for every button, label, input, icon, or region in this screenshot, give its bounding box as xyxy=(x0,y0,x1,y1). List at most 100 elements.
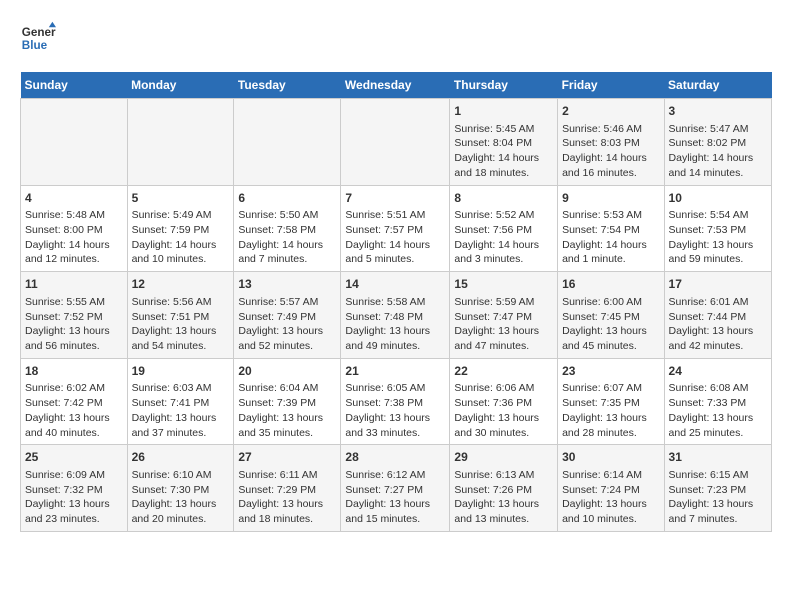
calendar-cell: 7Sunrise: 5:51 AMSunset: 7:57 PMDaylight… xyxy=(341,185,450,272)
day-info: Sunrise: 5:59 AM xyxy=(454,295,553,310)
day-info: Sunset: 7:49 PM xyxy=(238,310,336,325)
day-info: and 10 minutes. xyxy=(562,512,659,527)
calendar-cell: 24Sunrise: 6:08 AMSunset: 7:33 PMDayligh… xyxy=(664,358,771,445)
day-number: 29 xyxy=(454,449,553,466)
day-info: Sunrise: 5:56 AM xyxy=(132,295,230,310)
calendar-cell: 23Sunrise: 6:07 AMSunset: 7:35 PMDayligh… xyxy=(558,358,664,445)
calendar-cell: 13Sunrise: 5:57 AMSunset: 7:49 PMDayligh… xyxy=(234,272,341,359)
day-info: Sunrise: 6:07 AM xyxy=(562,381,659,396)
day-number: 25 xyxy=(25,449,123,466)
day-number: 6 xyxy=(238,190,336,207)
calendar-cell: 29Sunrise: 6:13 AMSunset: 7:26 PMDayligh… xyxy=(450,445,558,532)
page-header: General Blue xyxy=(20,20,772,56)
day-number: 31 xyxy=(669,449,767,466)
day-info: Sunset: 7:48 PM xyxy=(345,310,445,325)
calendar-cell: 22Sunrise: 6:06 AMSunset: 7:36 PMDayligh… xyxy=(450,358,558,445)
day-info: and 47 minutes. xyxy=(454,339,553,354)
day-info: Sunrise: 5:53 AM xyxy=(562,208,659,223)
day-info: Sunrise: 5:58 AM xyxy=(345,295,445,310)
logo: General Blue xyxy=(20,20,56,56)
day-info: and 18 minutes. xyxy=(454,166,553,181)
day-info: Sunset: 7:32 PM xyxy=(25,483,123,498)
day-info: Sunrise: 6:15 AM xyxy=(669,468,767,483)
calendar-cell: 18Sunrise: 6:02 AMSunset: 7:42 PMDayligh… xyxy=(21,358,128,445)
day-info: Sunrise: 6:06 AM xyxy=(454,381,553,396)
day-info: Daylight: 13 hours xyxy=(25,324,123,339)
day-info: Sunset: 7:23 PM xyxy=(669,483,767,498)
weekday-header-saturday: Saturday xyxy=(664,72,771,99)
day-number: 7 xyxy=(345,190,445,207)
day-info: and 54 minutes. xyxy=(132,339,230,354)
day-info: and 10 minutes. xyxy=(132,252,230,267)
calendar-cell: 6Sunrise: 5:50 AMSunset: 7:58 PMDaylight… xyxy=(234,185,341,272)
day-info: and 3 minutes. xyxy=(454,252,553,267)
day-info: Daylight: 13 hours xyxy=(132,324,230,339)
day-info: Sunset: 7:35 PM xyxy=(562,396,659,411)
day-info: Sunset: 7:29 PM xyxy=(238,483,336,498)
day-info: Sunrise: 6:02 AM xyxy=(25,381,123,396)
day-info: and 13 minutes. xyxy=(454,512,553,527)
day-info: and 40 minutes. xyxy=(25,426,123,441)
day-info: Sunset: 7:41 PM xyxy=(132,396,230,411)
calendar-cell: 31 Sunrise: 6:15 AMSunset: 7:23 PMDayligh… xyxy=(664,445,771,532)
calendar-cell: 20Sunrise: 6:04 AMSunset: 7:39 PMDayligh… xyxy=(234,358,341,445)
day-info: Daylight: 13 hours xyxy=(238,497,336,512)
day-info: Sunset: 7:45 PM xyxy=(562,310,659,325)
day-info: and 28 minutes. xyxy=(562,426,659,441)
day-number: 23 xyxy=(562,363,659,380)
calendar-cell: 14Sunrise: 5:58 AMSunset: 7:48 PMDayligh… xyxy=(341,272,450,359)
day-number: 24 xyxy=(669,363,767,380)
day-number: 12 xyxy=(132,276,230,293)
calendar-cell: 11Sunrise: 5:55 AMSunset: 7:52 PMDayligh… xyxy=(21,272,128,359)
day-info: Daylight: 13 hours xyxy=(454,497,553,512)
day-info: Sunrise: 5:49 AM xyxy=(132,208,230,223)
day-number: 21 xyxy=(345,363,445,380)
day-info: and 45 minutes. xyxy=(562,339,659,354)
day-info: and 20 minutes. xyxy=(132,512,230,527)
calendar-cell: 1Sunrise: 5:45 AMSunset: 8:04 PMDaylight… xyxy=(450,99,558,186)
weekday-header-friday: Friday xyxy=(558,72,664,99)
day-number: 30 xyxy=(562,449,659,466)
day-info: Daylight: 14 hours xyxy=(562,151,659,166)
logo-icon: General Blue xyxy=(20,20,56,56)
day-info: Daylight: 13 hours xyxy=(25,497,123,512)
weekday-header-thursday: Thursday xyxy=(450,72,558,99)
day-info: Sunrise: 5:54 AM xyxy=(669,208,767,223)
day-info: Sunset: 7:33 PM xyxy=(669,396,767,411)
day-info: and 42 minutes. xyxy=(669,339,767,354)
day-info: and 18 minutes. xyxy=(238,512,336,527)
day-info: Daylight: 14 hours xyxy=(132,238,230,253)
day-info: Sunrise: 6:08 AM xyxy=(669,381,767,396)
day-info: Daylight: 13 hours xyxy=(562,324,659,339)
day-info: Sunset: 7:24 PM xyxy=(562,483,659,498)
day-number: 19 xyxy=(132,363,230,380)
day-info: Sunrise: 6:05 AM xyxy=(345,381,445,396)
day-number: 8 xyxy=(454,190,553,207)
day-info: Sunrise: 5:50 AM xyxy=(238,208,336,223)
day-info: Daylight: 13 hours xyxy=(669,497,767,512)
day-info: and 35 minutes. xyxy=(238,426,336,441)
calendar-cell: 12Sunrise: 5:56 AMSunset: 7:51 PMDayligh… xyxy=(127,272,234,359)
day-number: 22 xyxy=(454,363,553,380)
day-info: Sunrise: 5:55 AM xyxy=(25,295,123,310)
day-info: Sunset: 7:59 PM xyxy=(132,223,230,238)
calendar-cell xyxy=(127,99,234,186)
calendar-cell: 4Sunrise: 5:48 AMSunset: 8:00 PMDaylight… xyxy=(21,185,128,272)
day-info: Sunset: 7:38 PM xyxy=(345,396,445,411)
day-info: Sunset: 8:03 PM xyxy=(562,136,659,151)
day-info: Daylight: 14 hours xyxy=(454,238,553,253)
day-info: and 7 minutes. xyxy=(238,252,336,267)
day-info: Sunrise: 6:03 AM xyxy=(132,381,230,396)
day-info: Daylight: 13 hours xyxy=(345,324,445,339)
day-info: Sunset: 7:47 PM xyxy=(454,310,553,325)
calendar-cell: 5Sunrise: 5:49 AMSunset: 7:59 PMDaylight… xyxy=(127,185,234,272)
svg-text:Blue: Blue xyxy=(22,39,48,52)
day-info: Sunset: 7:26 PM xyxy=(454,483,553,498)
calendar-cell: 21Sunrise: 6:05 AMSunset: 7:38 PMDayligh… xyxy=(341,358,450,445)
day-info: Daylight: 14 hours xyxy=(25,238,123,253)
day-info: Sunset: 7:56 PM xyxy=(454,223,553,238)
day-number: 20 xyxy=(238,363,336,380)
day-info: Daylight: 13 hours xyxy=(25,411,123,426)
day-info: Sunrise: 6:14 AM xyxy=(562,468,659,483)
day-info: Daylight: 13 hours xyxy=(132,411,230,426)
